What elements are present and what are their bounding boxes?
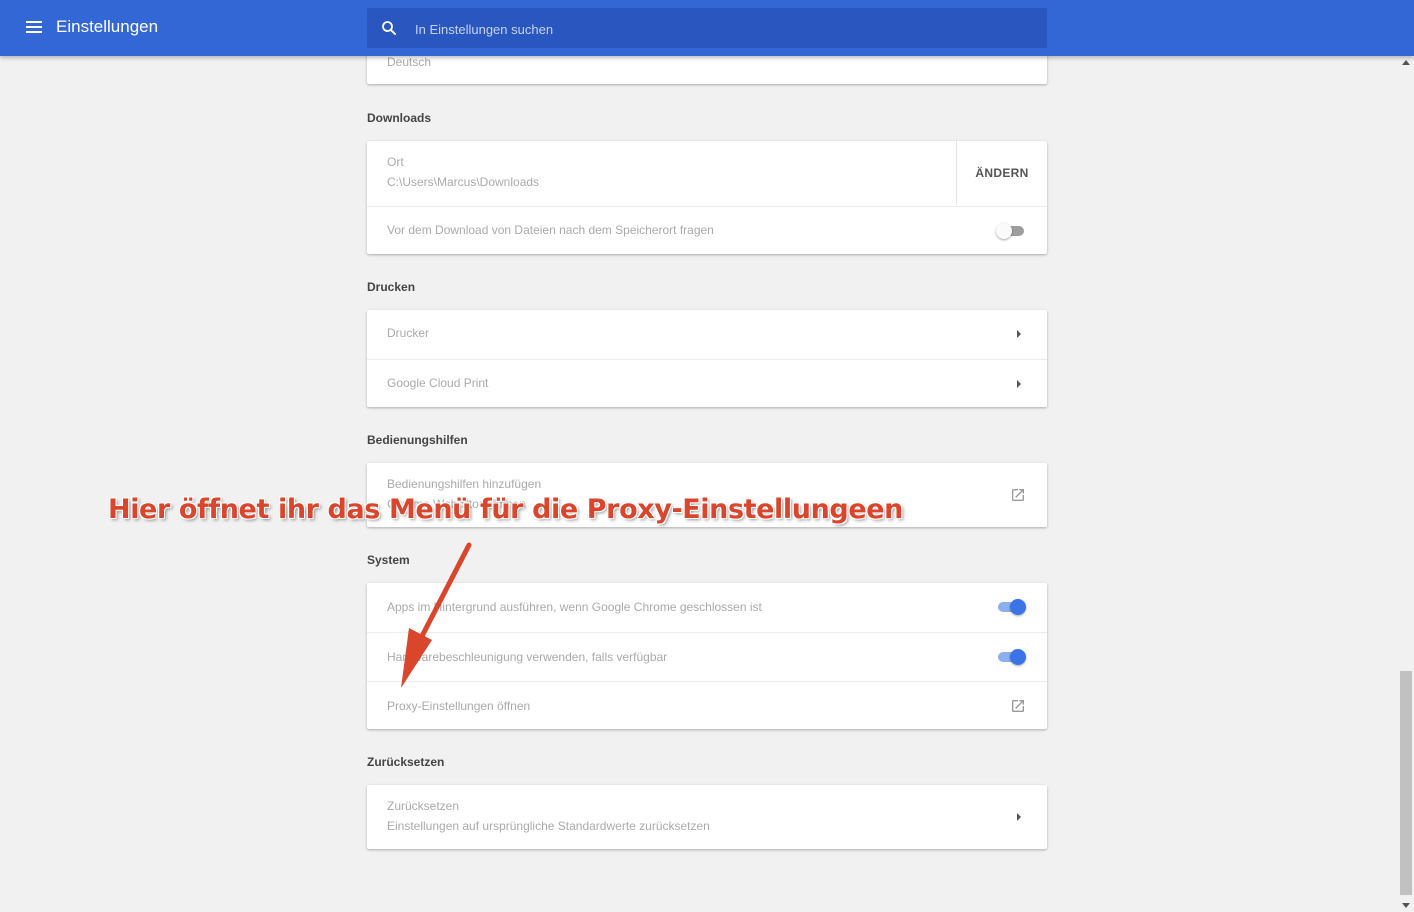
printing-card: Drucker Google Cloud Print [367, 310, 1047, 407]
open-external-icon [1012, 489, 1024, 501]
change-location-button[interactable]: ÄNDERN [956, 141, 1047, 205]
chevron-right-icon [1017, 330, 1021, 338]
hw-accel-toggle[interactable] [996, 647, 1026, 667]
reset-row[interactable]: Zurücksetzen Einstellungen auf ursprüngl… [367, 785, 1047, 849]
ask-location-row[interactable]: Vor dem Download von Dateien nach dem Sp… [367, 206, 1047, 254]
ask-location-toggle[interactable] [996, 221, 1026, 241]
background-apps-row[interactable]: Apps im Hintergrund ausführen, wenn Goog… [367, 583, 1047, 632]
scroll-up-icon[interactable] [1402, 60, 1410, 65]
settings-content: Deutsch Downloads Ort C:\Users\Marcus\Do… [0, 0, 1414, 912]
downloads-title: Downloads [367, 111, 432, 125]
language-value: Deutsch [387, 55, 432, 69]
reset-label: Zurücksetzen [387, 799, 460, 813]
open-external-icon [1012, 700, 1024, 712]
download-location-row: Ort C:\Users\Marcus\Downloads ÄNDERN [367, 141, 1047, 206]
system-card: Apps im Hintergrund ausführen, wenn Goog… [367, 583, 1047, 729]
scrollbar[interactable] [1398, 56, 1414, 912]
system-title: System [367, 553, 410, 567]
printer-label: Drucker [387, 326, 430, 340]
chevron-right-icon [1017, 380, 1021, 388]
reset-sub: Einstellungen auf ursprüngliche Standard… [387, 819, 710, 833]
background-apps-label: Apps im Hintergrund ausführen, wenn Goog… [387, 600, 762, 614]
cloud-print-label: Google Cloud Print [387, 376, 489, 390]
background-apps-toggle[interactable] [996, 597, 1026, 617]
search-icon [382, 21, 396, 35]
scroll-down-icon[interactable] [1402, 903, 1410, 908]
accessibility-title: Bedienungshilfen [367, 433, 468, 447]
printer-row[interactable]: Drucker [367, 310, 1047, 359]
reset-card: Zurücksetzen Einstellungen auf ursprüngl… [367, 785, 1047, 849]
toggle-knob [996, 223, 1012, 239]
ask-location-label: Vor dem Download von Dateien nach dem Sp… [387, 223, 714, 237]
proxy-settings-row[interactable]: Proxy-Einstellungen öffnen [367, 681, 1047, 729]
toggle-knob [1010, 649, 1026, 665]
search-box[interactable] [367, 8, 1047, 50]
add-accessibility-label: Bedienungshilfen hinzufügen [387, 477, 542, 491]
app-header: Einstellungen [0, 0, 1414, 56]
scrollbar-thumb[interactable] [1400, 671, 1412, 895]
hw-accel-row[interactable]: Hardwarebeschleunigung verwenden, falls … [367, 632, 1047, 681]
printing-title: Drucken [367, 280, 416, 294]
cloud-print-row[interactable]: Google Cloud Print [367, 359, 1047, 407]
proxy-settings-label: Proxy-Einstellungen öffnen [387, 699, 531, 713]
hamburger-menu-icon[interactable] [22, 18, 46, 38]
reset-title: Zurücksetzen [367, 755, 445, 769]
downloads-card: Ort C:\Users\Marcus\Downloads ÄNDERN Vor… [367, 141, 1047, 254]
download-location-label: Ort [387, 155, 404, 169]
hw-accel-label: Hardwarebeschleunigung verwenden, falls … [387, 650, 668, 664]
download-location-path: C:\Users\Marcus\Downloads [387, 175, 540, 189]
search-input[interactable] [413, 8, 1017, 50]
annotation-callout: Hier öffnet ihr das Menü für die Proxy-E… [108, 494, 903, 525]
toggle-knob [1010, 599, 1026, 615]
chevron-right-icon [1017, 813, 1021, 821]
page-title: Einstellungen [56, 17, 159, 36]
